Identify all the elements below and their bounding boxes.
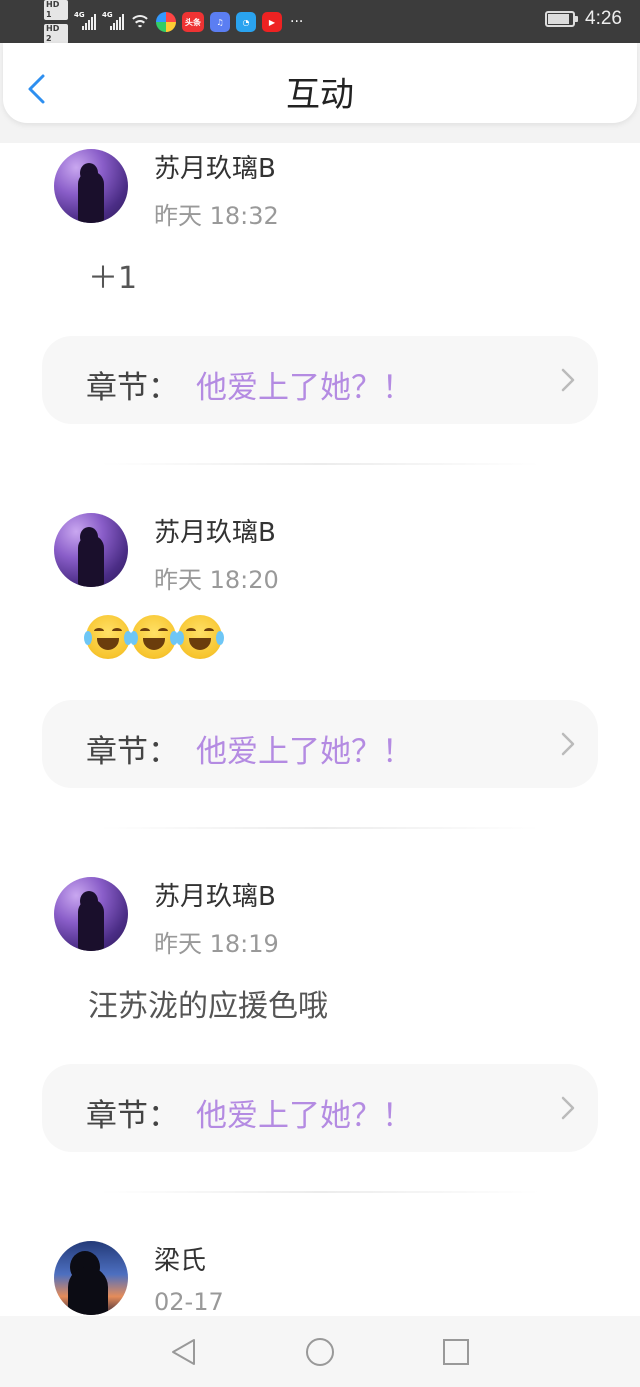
app-colorful-icon: [156, 12, 176, 32]
clock: 4:26: [585, 8, 622, 29]
chapter-label: 章节：: [86, 370, 179, 406]
divider: [100, 1191, 540, 1193]
laughing-tears-emoji-icon: [84, 615, 132, 659]
hd-indicator: HD 1 HD 2: [44, 0, 68, 44]
video-icon: ▶: [262, 12, 282, 32]
chapter-title: 他爱上了她？！: [196, 1098, 413, 1134]
nav-recents-icon[interactable]: [440, 1336, 472, 1368]
username[interactable]: 苏月玖璃B: [154, 876, 276, 913]
divider: [100, 463, 540, 465]
comment-emoji-row: 😂😂😂: [84, 615, 224, 659]
status-bar: HD 1 HD 2 4G 4G 头条 ♫ ◔ ▶ ··· 4:26: [0, 0, 640, 44]
system-nav-bar: [0, 1316, 640, 1387]
music-icon: ♫: [210, 12, 230, 32]
username[interactable]: 苏月玖璃B: [154, 148, 276, 185]
avatar[interactable]: [54, 877, 128, 951]
page-title: 互动: [286, 75, 354, 115]
nav-home-icon[interactable]: [304, 1336, 336, 1368]
avatar[interactable]: [54, 513, 128, 587]
comment-time: 昨天 18:19: [154, 930, 279, 958]
signal-icon-2: 4G: [102, 11, 124, 30]
battery-icon: [545, 11, 579, 27]
comment-time: 昨天 18:20: [154, 566, 279, 594]
app-header: 互动: [3, 43, 637, 123]
wifi-icon: [130, 14, 150, 30]
chapter-label: 章节：: [86, 734, 179, 770]
comment-time: 02-17: [154, 1288, 224, 1316]
comment-text: 汪苏泷的应援色哦: [88, 989, 328, 1024]
chevron-right-icon: [561, 1096, 575, 1120]
chapter-label: 章节：: [86, 1098, 179, 1134]
chevron-right-icon: [561, 732, 575, 756]
chapter-link[interactable]: 章节： 他爱上了她？！: [42, 336, 598, 424]
more-notifications: ···: [290, 14, 304, 30]
signal-icon: 4G: [74, 11, 96, 30]
username[interactable]: 梁氏: [154, 1240, 206, 1277]
hd1-badge: HD 1: [44, 0, 68, 20]
avatar[interactable]: [54, 149, 128, 223]
comment-time: 昨天 18:32: [154, 202, 279, 230]
divider: [100, 827, 540, 829]
chapter-link[interactable]: 章节： 他爱上了她？！: [42, 700, 598, 788]
comment-text: 😂😂😂: [86, 615, 87, 616]
chapter-link[interactable]: 章节： 他爱上了她？！: [42, 1064, 598, 1152]
nav-back-icon[interactable]: [168, 1336, 200, 1368]
browser-icon: ◔: [236, 12, 256, 32]
interaction-feed[interactable]: 苏月玖璃B 昨天 18:32 ＋1 章节： 他爱上了她？！ 苏月玖璃B 昨天 1…: [0, 143, 640, 1316]
laughing-tears-emoji-icon: [176, 615, 224, 659]
laughing-tears-emoji-icon: [130, 615, 178, 659]
username[interactable]: 苏月玖璃B: [154, 512, 276, 549]
chapter-title: 他爱上了她？！: [196, 734, 413, 770]
hd2-badge: HD 2: [44, 24, 68, 44]
chapter-title: 他爱上了她？！: [196, 370, 413, 406]
avatar[interactable]: [54, 1241, 128, 1315]
toutiao-icon: 头条: [182, 12, 204, 32]
chevron-right-icon: [561, 368, 575, 392]
comment-text: ＋1: [88, 261, 138, 296]
